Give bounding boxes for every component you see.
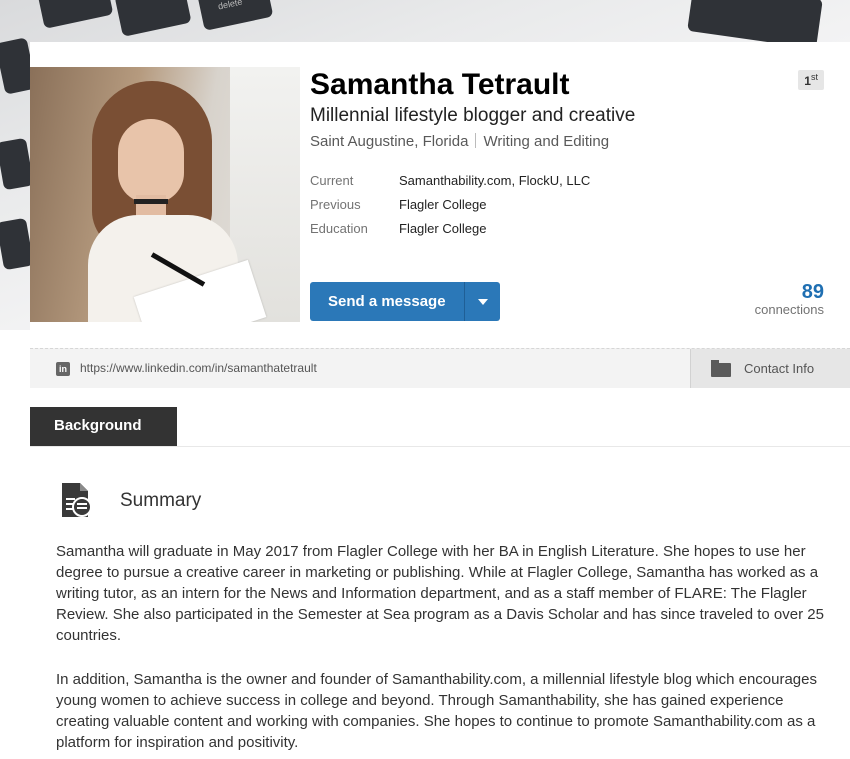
connections-label: connections bbox=[754, 302, 824, 317]
keycap bbox=[0, 137, 34, 191]
keycap bbox=[0, 217, 34, 271]
fact-label: Previous bbox=[310, 197, 361, 212]
message-dropdown-button[interactable] bbox=[463, 282, 500, 321]
send-message-group: Send a message bbox=[310, 282, 500, 321]
fact-value[interactable]: Flagler College bbox=[399, 197, 486, 221]
profile-location[interactable]: Saint Augustine, Florida bbox=[310, 133, 468, 150]
summary-paragraph: In addition, Samantha is the owner and f… bbox=[56, 671, 817, 751]
public-profile-url[interactable]: https://www.linkedin.com/in/samanthatetr… bbox=[80, 361, 317, 375]
connections-number: 89 bbox=[801, 281, 824, 303]
profile-name: Samantha Tetrault bbox=[310, 68, 570, 101]
fact-education: Education Flagler College bbox=[310, 221, 590, 245]
contact-info-label: Contact Info bbox=[744, 361, 815, 376]
linkedin-icon: in bbox=[56, 362, 70, 376]
fact-previous: Previous Flagler College bbox=[310, 197, 590, 221]
summary-paragraph: Samantha will graduate in May 2017 from … bbox=[56, 543, 824, 644]
keycap bbox=[114, 0, 192, 37]
caret-down-icon bbox=[477, 299, 488, 305]
photo-choker bbox=[134, 199, 168, 204]
public-profile-bar: in https://www.linkedin.com/in/samanthat… bbox=[30, 348, 850, 388]
profile-headline: Millennial lifestyle blogger and creativ… bbox=[310, 105, 636, 126]
keycap bbox=[36, 0, 114, 29]
fact-label: Current bbox=[310, 173, 354, 188]
photo-face bbox=[118, 119, 184, 203]
fact-current: Current Samanthability.com, FlockU, LLC bbox=[310, 173, 590, 197]
profile-photo[interactable] bbox=[30, 67, 300, 322]
contact-card-icon bbox=[711, 360, 731, 377]
profile-facts: Current Samanthability.com, FlockU, LLC … bbox=[310, 173, 590, 245]
profile-card: Samantha Tetrault Millennial lifestyle b… bbox=[30, 42, 850, 407]
fact-value[interactable]: Flagler College bbox=[399, 221, 486, 245]
profile-location-line: Saint Augustine, Florida Writing and Edit… bbox=[310, 133, 609, 150]
summary-document-icon bbox=[62, 483, 92, 517]
connection-degree-badge: 1st bbox=[798, 70, 824, 90]
keycap-delete: delete bbox=[196, 0, 274, 31]
divider bbox=[30, 446, 850, 447]
send-message-button[interactable]: Send a message bbox=[310, 282, 464, 321]
profile-industry[interactable]: Writing and Editing bbox=[483, 133, 609, 150]
degree-number: 1 bbox=[804, 74, 811, 88]
tab-background[interactable]: Background bbox=[30, 407, 177, 446]
degree-suffix: st bbox=[810, 72, 818, 82]
contact-info-button[interactable]: Contact Info bbox=[690, 349, 850, 388]
connections-count[interactable]: 89 connections bbox=[755, 282, 824, 317]
fact-value[interactable]: Samanthability.com, FlockU, LLC bbox=[399, 173, 590, 197]
summary-title: Summary bbox=[120, 490, 202, 511]
divider bbox=[475, 133, 477, 148]
fact-label: Education bbox=[310, 221, 368, 236]
keycap-label: delete bbox=[217, 0, 244, 12]
